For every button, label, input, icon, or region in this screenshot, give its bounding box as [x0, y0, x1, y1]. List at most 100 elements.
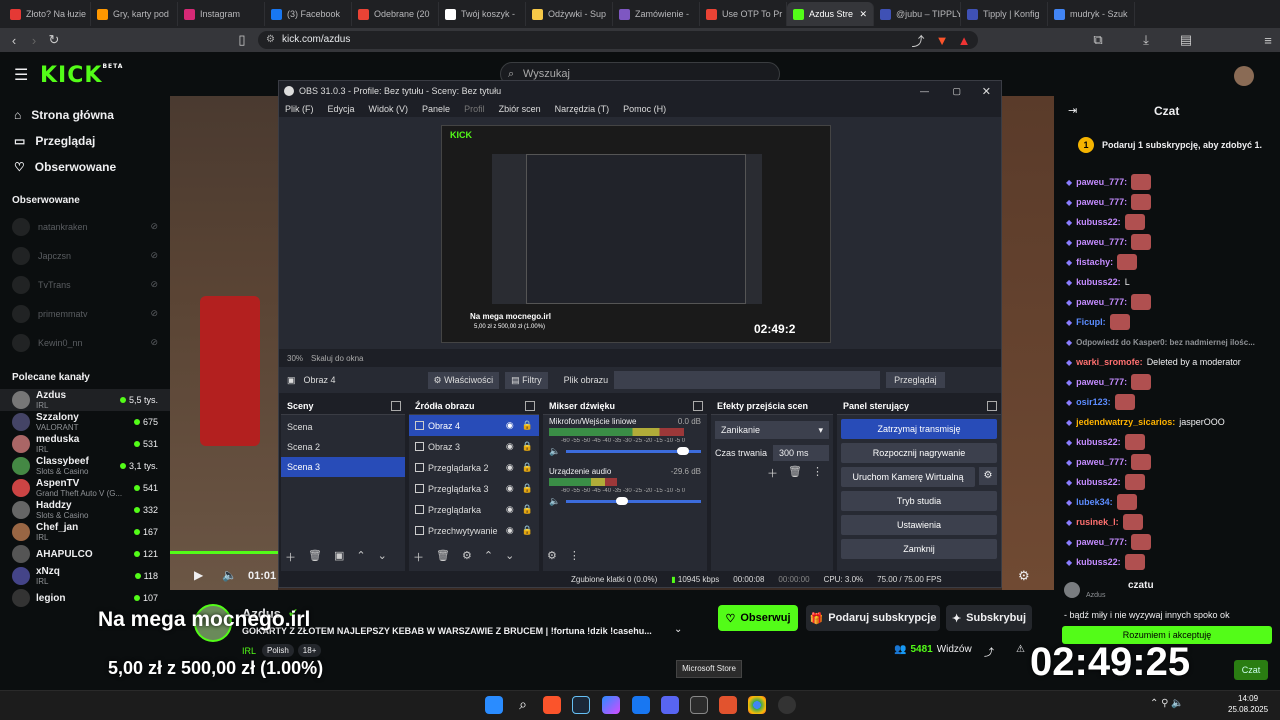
- chat-message[interactable]: ◆ warki_sromofe: Deleted by a moderator: [1054, 352, 1280, 372]
- lock-icon[interactable]: 🔒: [522, 441, 533, 452]
- chat-username[interactable]: paweu_777:: [1076, 237, 1127, 247]
- source-item[interactable]: Przeglądarka 2 ◉ 🔒: [409, 457, 539, 478]
- chat-username[interactable]: Odpowiedź do Kasper0: bez nadmiernej ilo…: [1076, 338, 1255, 347]
- recommended-channel[interactable]: Azdus IRL 5,5 tys.: [0, 389, 170, 411]
- chat-message[interactable]: ◆ paweu_777:: [1054, 232, 1280, 252]
- tray-icons[interactable]: ⌃ ⚲ 🔈: [1150, 698, 1184, 709]
- browser-tab[interactable]: (3) Facebook: [265, 2, 352, 26]
- obs-menu-item[interactable]: Narzędzia (T): [555, 104, 610, 114]
- browser-tab[interactable]: Odżywki - Sup: [526, 2, 613, 26]
- obs-window[interactable]: OBS 31.0.3 - Profile: Bez tytułu - Sceny…: [278, 80, 1002, 588]
- chat-username[interactable]: paweu_777:: [1076, 177, 1127, 187]
- eye-icon[interactable]: ◉: [506, 420, 514, 431]
- chat-username[interactable]: osir123:: [1076, 397, 1111, 407]
- chat-message[interactable]: ◆ lubek34:: [1054, 492, 1280, 512]
- browser-tab[interactable]: Azdus Stre ✕: [787, 2, 874, 26]
- nav-item[interactable]: ⌂ Strona główna: [0, 102, 170, 128]
- address-bar[interactable]: ⚙ kick.com/azdus: [258, 31, 978, 49]
- chat-username[interactable]: paweu_777:: [1076, 197, 1127, 207]
- chrome-icon[interactable]: [748, 696, 766, 714]
- chat-username[interactable]: Ficupl:: [1076, 317, 1106, 327]
- volume-slider[interactable]: [566, 447, 701, 455]
- advanced-audio-icon[interactable]: ⚙: [547, 549, 557, 562]
- chat-message[interactable]: ◆ kubuss22: L: [1054, 272, 1280, 292]
- browse-button[interactable]: Przeglądaj: [886, 372, 945, 388]
- studio-mode-button[interactable]: Tryb studia: [841, 491, 997, 511]
- chat-message[interactable]: ◆ kubuss22:: [1054, 472, 1280, 492]
- brave-browser-icon[interactable]: [543, 696, 561, 714]
- download-icon[interactable]: ⤓: [1136, 30, 1156, 50]
- undock-icon[interactable]: [525, 401, 535, 411]
- recommended-channel[interactable]: legion 107: [0, 587, 170, 609]
- search-icon[interactable]: ⌕: [514, 696, 532, 714]
- obs-menu-item[interactable]: Panele: [422, 104, 450, 114]
- obs-menu-item[interactable]: Edycja: [328, 104, 355, 114]
- volume-slider[interactable]: [566, 497, 701, 505]
- share-icon[interactable]: ⤴: [984, 644, 994, 659]
- sidebar-icon[interactable]: ▤: [1176, 30, 1196, 50]
- chat-message[interactable]: ◆ paweu_777:: [1054, 372, 1280, 392]
- chat-message[interactable]: ◆ kubuss22:: [1054, 552, 1280, 572]
- extensions-icon[interactable]: ⧉: [1088, 30, 1108, 50]
- chat-message[interactable]: ◆ jedendwatrzy_sicarios: jasperOOO: [1054, 412, 1280, 432]
- chat-username[interactable]: warki_sromofe:: [1076, 357, 1143, 367]
- chat-message[interactable]: ◆ paweu_777:: [1054, 172, 1280, 192]
- chat-username[interactable]: paweu_777:: [1076, 537, 1127, 547]
- eye-icon[interactable]: ◉: [506, 525, 514, 536]
- settings-button[interactable]: Ustawienia: [841, 515, 997, 535]
- app-icon[interactable]: [719, 696, 737, 714]
- chat-username[interactable]: rusinek_l:: [1076, 517, 1119, 527]
- messenger-icon[interactable]: [632, 696, 650, 714]
- clock-time[interactable]: 14:09: [1238, 694, 1258, 703]
- stream-tag[interactable]: Polish: [262, 644, 294, 657]
- close-icon[interactable]: ✕: [982, 85, 991, 98]
- lock-icon[interactable]: 🔒: [522, 462, 533, 473]
- progress-bar[interactable]: [170, 551, 278, 554]
- forward-icon[interactable]: ›: [24, 30, 44, 50]
- user-avatar[interactable]: [1234, 66, 1254, 86]
- browser-tab[interactable]: Zamówienie -: [613, 2, 700, 26]
- scale-mode[interactable]: Skaluj do okna: [311, 354, 363, 363]
- source-item[interactable]: Obraz 3 ◉ 🔒: [409, 436, 539, 457]
- browser-tab[interactable]: Tipply | Konfig: [961, 2, 1048, 26]
- expand-title-icon[interactable]: ⌄: [674, 624, 682, 635]
- obs-menu-item[interactable]: Widok (V): [369, 104, 409, 114]
- chat-message[interactable]: ◆ paweu_777:: [1054, 452, 1280, 472]
- brave-rewards-icon[interactable]: ▲: [954, 30, 974, 50]
- browser-tab[interactable]: mudryk - Szuk: [1048, 2, 1135, 26]
- transition-select[interactable]: Zanikanie ▾: [715, 421, 829, 439]
- clock-date[interactable]: 25.08.2025: [1228, 705, 1268, 714]
- volume-icon[interactable]: 🔈: [222, 568, 237, 582]
- image-file-path[interactable]: [614, 371, 881, 389]
- chat-username[interactable]: paweu_777:: [1076, 377, 1127, 387]
- settings-icon[interactable]: ⚙: [462, 549, 472, 565]
- zoom-level[interactable]: 30%: [287, 354, 303, 363]
- followed-channel[interactable]: natankraken ⊘: [0, 212, 170, 241]
- move-down-icon[interactable]: ⌄: [505, 549, 514, 565]
- scene-item[interactable]: Scena: [281, 417, 405, 437]
- exit-button[interactable]: Zamknij: [841, 539, 997, 559]
- lock-icon[interactable]: 🔒: [522, 504, 533, 515]
- followed-channel[interactable]: TvTrans ⊘: [0, 270, 170, 299]
- chat-message[interactable]: ◆ paweu_777:: [1054, 292, 1280, 312]
- menu-icon[interactable]: ≡: [1258, 30, 1278, 50]
- scene-item[interactable]: Scena 3: [281, 457, 405, 477]
- gift-subs-button[interactable]: 🎁 Podaruj subskrypcje: [806, 605, 940, 631]
- more-icon[interactable]: ⋮: [569, 549, 580, 562]
- obs-icon[interactable]: [778, 696, 796, 714]
- share-icon[interactable]: ⤴: [908, 30, 928, 50]
- filters-button[interactable]: ▤ Filtry: [505, 371, 548, 389]
- trash-icon[interactable]: 🗑: [788, 465, 802, 481]
- scene-item[interactable]: Scena 2: [281, 437, 405, 457]
- chat-message[interactable]: ◆ paweu_777:: [1054, 532, 1280, 552]
- undock-icon[interactable]: [391, 401, 401, 411]
- recommended-channel[interactable]: Classybeef Slots & Casino 3,1 tys.: [0, 455, 170, 477]
- trash-icon[interactable]: 🗑: [436, 549, 450, 565]
- speaker-icon[interactable]: 🔈: [549, 496, 560, 507]
- lock-icon[interactable]: 🔒: [522, 483, 533, 494]
- slider-handle[interactable]: [616, 497, 629, 505]
- chat-message[interactable]: ◆ kubuss22:: [1054, 212, 1280, 232]
- tab-close-icon[interactable]: ✕: [859, 9, 867, 20]
- discord-icon[interactable]: [661, 696, 679, 714]
- chat-username[interactable]: kubuss22:: [1076, 437, 1121, 447]
